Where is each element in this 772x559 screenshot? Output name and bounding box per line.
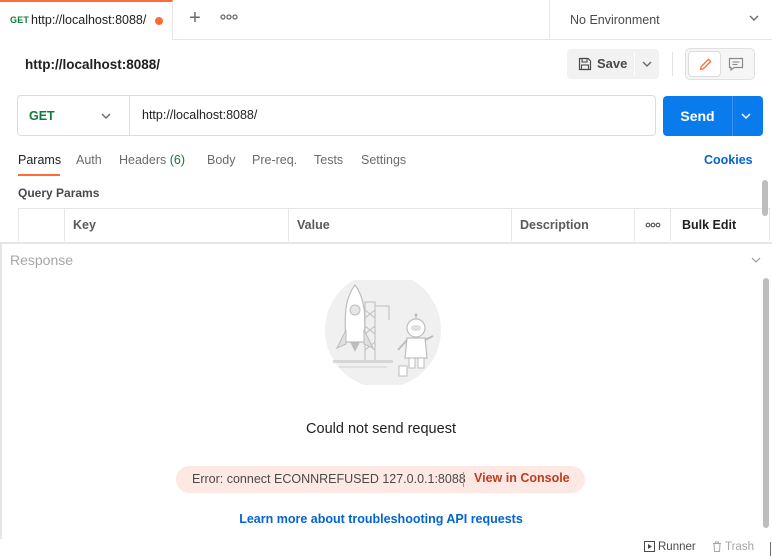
tab-title: http://localhost:8088/ <box>31 13 147 27</box>
tab-tests[interactable]: Tests <box>314 153 343 167</box>
tab-body[interactable]: Body <box>207 153 236 167</box>
view-in-console-link[interactable]: View in Console <box>474 471 570 485</box>
method-label: GET <box>29 109 55 123</box>
description-header: Description <box>520 218 589 232</box>
status-bar: Runner Trash <box>0 539 772 559</box>
bulk-edit-button[interactable]: Bulk Edit <box>671 209 770 241</box>
request-tab[interactable]: GET http://localhost:8088/ <box>0 0 173 40</box>
chevron-down-icon <box>749 15 759 21</box>
trash-label: Trash <box>725 541 754 553</box>
tab-method: GET <box>10 15 30 25</box>
ellipsis-icon <box>645 222 661 228</box>
send-button[interactable]: Send <box>663 108 732 124</box>
chevron-down-icon <box>101 113 111 119</box>
environment-selector[interactable]: No Environment <box>549 0 772 40</box>
response-divider[interactable] <box>0 242 772 244</box>
save-icon <box>578 57 592 71</box>
save-button[interactable]: Save <box>567 49 634 79</box>
checkbox-column <box>19 209 65 241</box>
description-column-header: Description <box>512 209 635 241</box>
environment-label: No Environment <box>570 13 660 27</box>
comment-icon[interactable] <box>728 57 744 72</box>
method-selector[interactable]: GET <box>18 96 130 135</box>
chevron-down-icon[interactable] <box>750 254 762 266</box>
view-mode-toggle <box>685 48 755 80</box>
value-header: Value <box>297 218 330 232</box>
runner-label: Runner <box>658 541 696 553</box>
request-scrollbar[interactable] <box>762 180 768 216</box>
query-params-title: Query Params <box>18 186 100 200</box>
request-subtabs: Params Auth Headers (6) Body Pre-req. Te… <box>0 150 772 180</box>
key-header: Key <box>73 218 96 232</box>
active-tab-indicator <box>18 174 60 176</box>
value-column-header: Value <box>289 209 512 241</box>
chevron-down-icon[interactable] <box>641 58 653 70</box>
column-options-button[interactable] <box>635 209 671 241</box>
request-title[interactable]: http://localhost:8088/ <box>25 57 160 72</box>
key-column-header: Key <box>65 209 289 241</box>
rocket-astronaut-illustration <box>325 280 441 385</box>
plus-icon[interactable]: + <box>185 8 205 30</box>
tab-params[interactable]: Params <box>18 153 61 167</box>
play-icon <box>644 541 655 552</box>
unsaved-dot-icon <box>155 17 163 25</box>
headers-count: (6) <box>169 153 186 167</box>
bulk-edit-label: Bulk Edit <box>682 218 737 232</box>
error-message: Error: connect ECONNREFUSED 127.0.0.1:80… <box>192 472 466 486</box>
response-title: Response <box>10 252 74 268</box>
url-bar: GET http://localhost:8088/ <box>17 95 656 136</box>
troubleshooting-link[interactable]: Learn more about troubleshooting API req… <box>0 512 762 526</box>
save-divider <box>634 52 635 76</box>
cookies-link[interactable]: Cookies <box>704 153 753 167</box>
ellipsis-icon[interactable] <box>220 12 238 25</box>
status-bar-edge <box>770 542 771 556</box>
send-button-group: Send <box>663 96 763 136</box>
trash-icon <box>713 541 721 552</box>
chevron-down-icon[interactable] <box>740 110 752 122</box>
params-table: Key Value Description Bulk Edit <box>18 208 770 241</box>
error-banner: Error: connect ECONNREFUSED 127.0.0.1:80… <box>176 466 585 493</box>
error-title: Could not send request <box>306 421 456 437</box>
runner-button[interactable]: Runner <box>644 541 696 553</box>
error-separator <box>463 472 464 487</box>
tab-auth[interactable]: Auth <box>76 153 102 167</box>
edit-mode-button[interactable] <box>688 51 721 77</box>
pencil-icon <box>699 58 712 71</box>
url-input[interactable]: http://localhost:8088/ <box>142 108 257 122</box>
send-divider <box>732 96 733 136</box>
save-label: Save <box>597 56 628 71</box>
tab-pre-request[interactable]: Pre-req. <box>252 153 297 167</box>
tab-settings[interactable]: Settings <box>361 153 406 167</box>
trash-button[interactable]: Trash <box>712 541 754 553</box>
tab-bar: GET http://localhost:8088/ + No Environm… <box>0 0 772 40</box>
toolbar-divider <box>672 52 673 76</box>
response-left-border <box>0 244 2 539</box>
save-button-group: Save <box>567 49 659 79</box>
tab-headers[interactable]: Headers (6) <box>119 153 185 167</box>
response-scrollbar[interactable] <box>763 278 769 528</box>
tab-headers-label: Headers <box>119 153 167 167</box>
